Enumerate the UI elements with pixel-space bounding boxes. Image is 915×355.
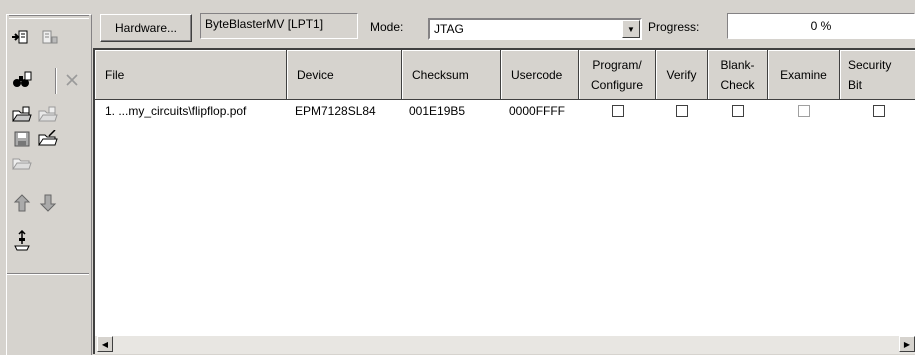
- blank-check-checkbox[interactable]: [732, 105, 744, 117]
- table-row[interactable]: 1. ...my_circuits\flipflop.pof EPM7128SL…: [95, 102, 915, 120]
- column-header-verify[interactable]: Verify: [656, 50, 708, 100]
- mode-select[interactable]: JTAG ▼: [428, 18, 642, 40]
- column-header-blank-check[interactable]: Blank- Check: [708, 50, 768, 100]
- program-checkbox[interactable]: [612, 105, 624, 117]
- horizontal-scrollbar[interactable]: ◀ ▶: [95, 336, 915, 354]
- mode-value: JTAG: [434, 22, 464, 36]
- down-icon[interactable]: [37, 193, 59, 213]
- cell-usercode: 0000FFFF: [509, 104, 566, 118]
- column-header-checksum[interactable]: Checksum: [402, 50, 501, 100]
- progress-value: 0 %: [810, 19, 832, 33]
- start-icon[interactable]: [11, 27, 33, 47]
- device-table: File Device Checksum Usercode Program/ C…: [93, 48, 915, 354]
- hardware-value: ByteBlasterMV [LPT1]: [200, 13, 358, 39]
- scroll-left-icon[interactable]: ◀: [97, 336, 113, 352]
- delete-icon[interactable]: [61, 70, 83, 90]
- cell-device: EPM7128SL84: [295, 104, 376, 118]
- add-file-icon[interactable]: [11, 105, 33, 125]
- hardware-button[interactable]: Hardware...: [100, 14, 192, 42]
- progress-label: Progress:: [648, 20, 700, 34]
- column-header-usercode[interactable]: Usercode: [501, 50, 579, 100]
- column-header-blank-check-line1: Blank-: [720, 57, 755, 72]
- toolbar-separator: [55, 68, 57, 94]
- column-header-program-line1: Program/: [592, 57, 642, 72]
- scroll-right-icon[interactable]: ▶: [899, 336, 915, 352]
- column-header-security-line1: Security: [848, 57, 892, 72]
- column-header-device[interactable]: Device: [287, 50, 402, 100]
- security-bit-checkbox[interactable]: [873, 105, 885, 117]
- progress-bar: 0 %: [727, 13, 915, 39]
- column-header-program-line2: Configure: [590, 77, 644, 92]
- column-header-examine[interactable]: Examine: [768, 50, 840, 100]
- stop-icon[interactable]: [37, 27, 59, 47]
- cell-file: 1. ...my_circuits\flipflop.pof: [105, 104, 247, 118]
- change-device-icon[interactable]: [11, 153, 33, 173]
- toolbar-grip: [9, 15, 89, 19]
- verify-checkbox[interactable]: [676, 105, 688, 117]
- left-toolbar: [6, 14, 92, 355]
- column-header-file[interactable]: File: [95, 50, 287, 100]
- up-icon[interactable]: [11, 193, 33, 213]
- mode-label: Mode:: [370, 20, 404, 34]
- chevron-down-icon[interactable]: ▼: [622, 20, 640, 38]
- jtag-chain-icon[interactable]: [11, 230, 33, 251]
- toolbar-bottom-divider: [7, 273, 89, 275]
- programmer-window: Hardware... ByteBlasterMV [LPT1] Mode: J…: [0, 0, 915, 355]
- cell-checksum: 001E19B5: [409, 104, 466, 118]
- add-device-icon[interactable]: [37, 129, 59, 149]
- column-header-program[interactable]: Program/ Configure: [579, 50, 656, 100]
- change-file-icon[interactable]: [37, 105, 59, 125]
- table-header: File Device Checksum Usercode Program/ C…: [95, 50, 915, 100]
- column-header-blank-check-line2: Check: [720, 77, 755, 92]
- examine-checkbox[interactable]: [798, 105, 810, 117]
- column-header-security[interactable]: Security Bit: [840, 50, 915, 100]
- column-header-security-line2: Bit: [848, 77, 863, 92]
- save-file-icon[interactable]: [11, 129, 33, 149]
- auto-detect-icon[interactable]: [11, 70, 33, 90]
